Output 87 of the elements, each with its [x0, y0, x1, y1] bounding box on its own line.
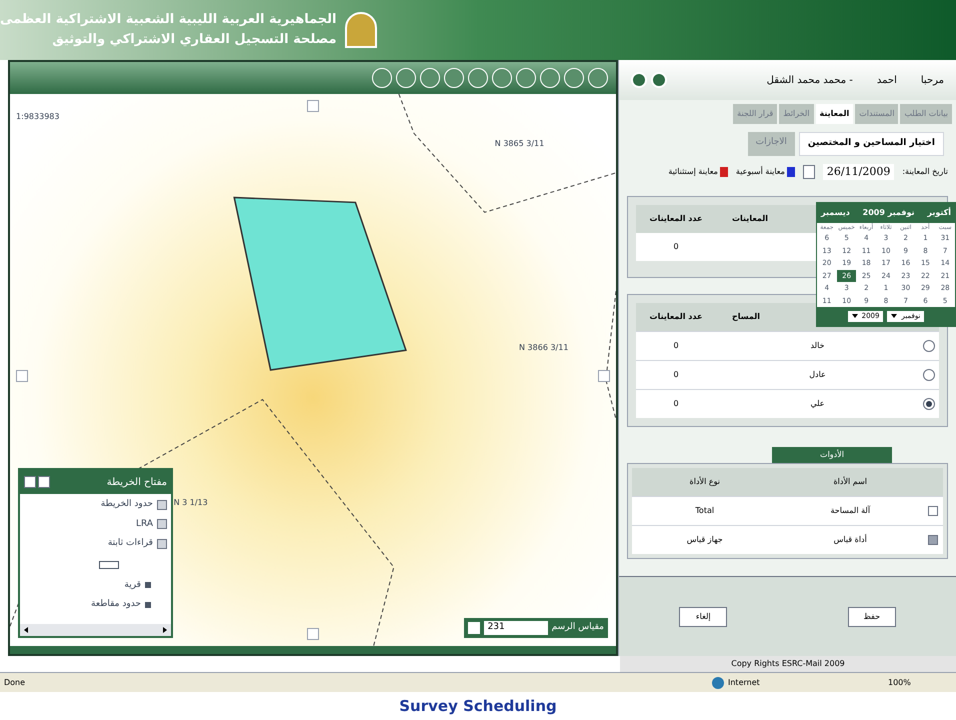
coordinate-label: N 3865 3/11 [494, 138, 544, 150]
date-field[interactable]: 26/11/2009 [822, 164, 894, 180]
section-title: الأدوات [772, 447, 892, 463]
tool-icon[interactable] [444, 68, 464, 88]
layer-label: قراءات ثابتة [108, 537, 153, 550]
column-header: المعاينات [732, 213, 768, 225]
next-month-link[interactable]: ديسمبر [821, 207, 850, 219]
pan-north-icon[interactable] [306, 100, 319, 112]
symbol-icon [145, 602, 151, 608]
table-cell-text: أداة قياس [832, 533, 868, 546]
date-label: تاريخ المعاينة: [902, 166, 948, 178]
radio-button[interactable] [923, 340, 935, 352]
greeting-text: مرحبا [920, 74, 944, 88]
coordinate-label: N 3866 3/11 [519, 342, 568, 354]
tab[interactable]: المعاينة [816, 104, 854, 124]
scale-field[interactable]: 231 [484, 621, 548, 635]
zoom-text[interactable]: 100% [888, 676, 952, 688]
form-button[interactable]: إلغاء [679, 606, 728, 626]
username-text: احمد [876, 74, 897, 88]
tool-icon[interactable] [540, 68, 560, 88]
layer-checkbox[interactable] [157, 519, 167, 530]
column-header: نوع الأداة [688, 475, 721, 488]
table-cell-text: علي [809, 398, 826, 410]
table-cell-text: خالد [809, 340, 826, 352]
layer-label: LRA [136, 518, 153, 530]
pan-south-icon[interactable] [306, 628, 319, 640]
scroll-right-icon[interactable] [163, 627, 167, 633]
tool-icon[interactable] [372, 68, 392, 88]
layer-checkbox[interactable] [157, 538, 167, 549]
tool-icon[interactable] [420, 68, 440, 88]
layer-label: حدود الخريطة [100, 498, 153, 511]
header-title: الجماهيرية العربية الليبية الشعبية الاشتراكية العظمى [0, 11, 337, 29]
column-header: المساح [732, 311, 760, 323]
column-header: عدد المعاينات [650, 213, 702, 225]
copyright-text: Copy Rights ESRC-Mail 2009 [731, 658, 845, 670]
table-cell-text: 0 [672, 369, 680, 381]
table-cell-text: 0 [672, 340, 680, 352]
globe-icon [712, 676, 724, 688]
table-cell-text: عادل [808, 369, 827, 381]
scroll-left-icon[interactable] [24, 627, 28, 633]
dropdown-icon[interactable] [468, 622, 480, 634]
symbol-icon [145, 582, 151, 588]
horizontal-scrollbar[interactable] [20, 624, 171, 636]
coordinate-label: N 3 1/13 [174, 496, 208, 509]
tool-icon[interactable] [468, 68, 488, 88]
previous-month-link[interactable]: أكتوبر [927, 207, 951, 219]
status-text: Done [4, 676, 26, 688]
scale-label: مقياس الرسم [552, 621, 604, 634]
table-cell-text: 0 [672, 398, 680, 410]
caret-icon [891, 314, 898, 318]
row-checkbox[interactable] [928, 535, 938, 545]
tool-icon[interactable] [492, 68, 512, 88]
pan-east-icon[interactable] [598, 370, 610, 382]
form-button[interactable]: حفظ [848, 606, 896, 626]
legend-title: مفتاح الخريطة [106, 476, 167, 490]
column-header: اسم الأداة [832, 475, 868, 488]
table-cell-text: 0 [672, 241, 680, 253]
pan-west-icon[interactable] [16, 370, 28, 382]
calendar-month: نوفمبر 2009 [862, 207, 915, 219]
boundary-swatch [99, 560, 119, 568]
calendar-icon[interactable] [802, 164, 815, 179]
tool-icon[interactable] [564, 68, 584, 88]
full-name-text: - محمد محمد الشقل [766, 74, 853, 88]
subtab[interactable]: اختيار المساحين و المختصين [798, 132, 944, 156]
color-key-label: معاينة إستثنائية [668, 166, 718, 178]
caption: Survey Scheduling [399, 696, 557, 717]
color-key-label: معاينة أسبوعية [736, 166, 785, 178]
coordinate-label: 1:9833983 [16, 110, 60, 123]
tool-icon[interactable] [516, 68, 536, 88]
layer-label: قرية [124, 578, 141, 592]
zone-text: Internet [728, 676, 761, 688]
tool-icon[interactable] [396, 68, 416, 88]
close-icon[interactable] [24, 476, 36, 488]
minimize-icon[interactable] [38, 476, 50, 488]
layer-checkbox[interactable] [157, 500, 167, 510]
emblem-icon [344, 12, 377, 48]
layer-label: حدود مقاطعة [91, 598, 141, 611]
radio-button[interactable] [923, 369, 935, 381]
tool-icon[interactable] [588, 68, 608, 88]
table-cell-text: Total [694, 505, 716, 517]
caret-icon [852, 314, 858, 318]
radio-button[interactable] [923, 398, 935, 410]
table-cell-text: جهاز قياس [686, 534, 724, 546]
column-header: عدد المعاينات [650, 311, 702, 323]
header-subtitle: مصلحة التسجيل العقاري الاشتراكي والتوثيق [51, 31, 337, 49]
table-cell-text: آلة المساحة [829, 504, 872, 517]
row-checkbox[interactable] [928, 506, 938, 516]
